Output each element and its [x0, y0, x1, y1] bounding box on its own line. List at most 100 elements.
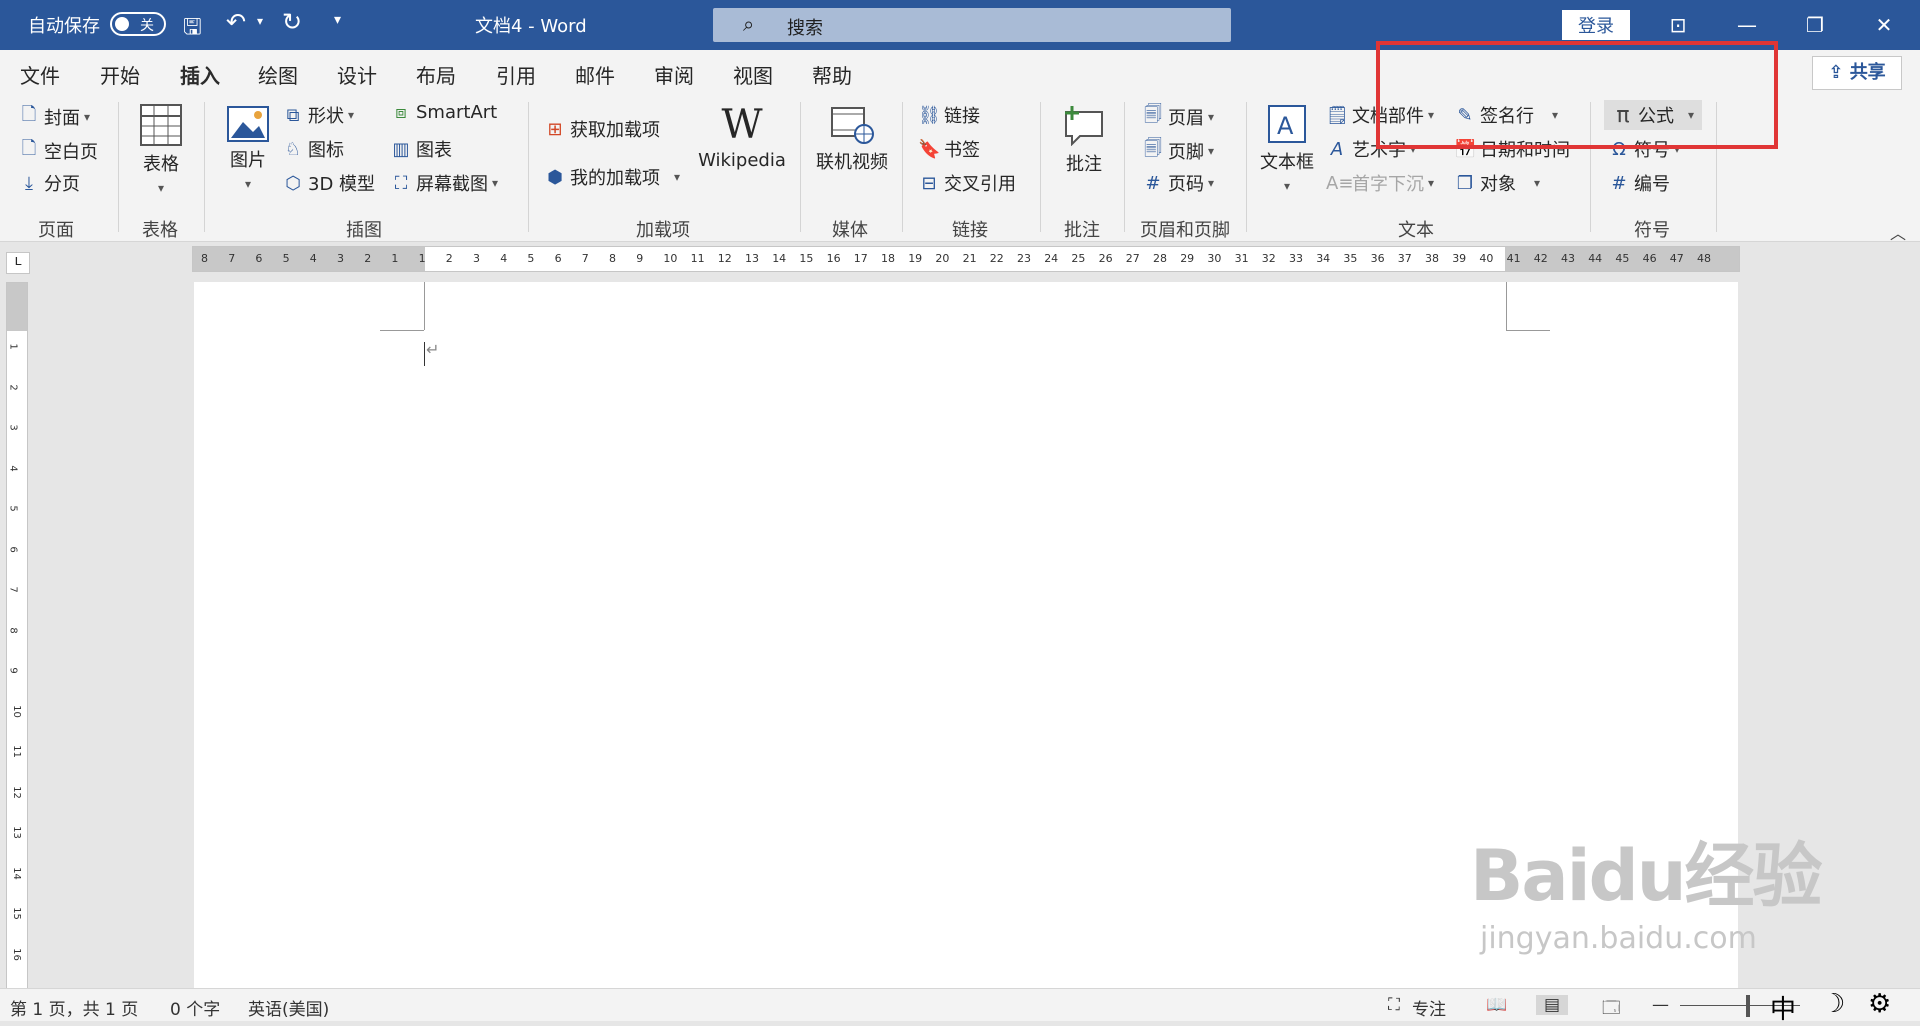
- numbering-button[interactable]: # 编号: [1608, 170, 1670, 196]
- footer-icon: 🗐: [1144, 138, 1162, 159]
- tab-view[interactable]: 视图: [733, 60, 773, 89]
- comment-button[interactable]: 批注: [1056, 104, 1112, 176]
- tab-selector[interactable]: ʟ: [6, 252, 30, 274]
- search-box[interactable]: ⌕ 搜索: [713, 8, 1231, 42]
- ruler-top-margin: [7, 283, 27, 331]
- ruler-number: 26: [1098, 252, 1113, 265]
- tab-draw[interactable]: 绘图: [258, 60, 298, 89]
- undo-icon[interactable]: ↶: [226, 8, 246, 36]
- zoom-out-icon[interactable]: —: [1652, 995, 1669, 1015]
- share-button[interactable]: ⇪ 共享: [1812, 56, 1902, 90]
- chevron-down-icon: ▾: [1208, 110, 1215, 124]
- tab-design[interactable]: 设计: [337, 60, 377, 89]
- ruler-number: 17: [853, 252, 868, 265]
- my-addins-button[interactable]: ⬢ 我的加载项 ▾: [544, 164, 680, 190]
- footer-button[interactable]: 🗐 页脚 ▾: [1142, 136, 1214, 166]
- pictures-button[interactable]: 图片 ▾: [222, 106, 274, 193]
- ruler-number: 15: [799, 252, 814, 265]
- icons-button[interactable]: ♘ 图标: [282, 136, 344, 162]
- ruler-number: 23: [1017, 252, 1031, 265]
- undo-dropdown-icon[interactable]: ▾: [257, 14, 263, 28]
- restore-icon[interactable]: ❐: [1795, 8, 1835, 42]
- page-number-button[interactable]: # 页码 ▾: [1142, 170, 1214, 196]
- tab-help[interactable]: 帮助: [812, 60, 852, 89]
- redo-icon[interactable]: ↻: [282, 8, 302, 36]
- autosave-toggle[interactable]: 关: [110, 12, 166, 36]
- get-addins-button[interactable]: ⊞ 获取加载项: [544, 116, 660, 142]
- tab-file[interactable]: 文件: [20, 60, 60, 89]
- tab-home[interactable]: 开始: [100, 60, 140, 89]
- customize-qat-icon[interactable]: ▾: [334, 12, 341, 28]
- page-count[interactable]: 第 1 页，共 1 页: [10, 995, 138, 1020]
- ruler-number: 6: [554, 252, 562, 265]
- ruler-number: 11: [690, 252, 705, 265]
- tab-insert[interactable]: 插入: [180, 60, 220, 97]
- chart-button[interactable]: ▥ 图表: [390, 136, 452, 162]
- numbering-icon: #: [1611, 172, 1627, 194]
- blank-page-button[interactable]: 🗋 空白页: [18, 136, 98, 166]
- bookmark-icon: 🔖: [918, 138, 941, 160]
- moon-icon[interactable]: ☽: [1822, 989, 1845, 1019]
- smartart-button[interactable]: ⧈ SmartArt: [390, 102, 497, 123]
- text-box-label: 文本框: [1260, 152, 1314, 173]
- chevron-down-icon: ▾: [1283, 179, 1291, 193]
- save-icon[interactable]: 🖫: [183, 10, 202, 48]
- zoom-slider-thumb[interactable]: [1746, 995, 1750, 1017]
- tab-references[interactable]: 引用: [496, 60, 536, 89]
- ruler-number: 4: [7, 464, 19, 472]
- group-divider: [1124, 102, 1125, 232]
- horizontal-ruler[interactable]: 8 7 6 5 4 3 2 1 1 2 3 4 5 6 7 8 9 10 11 12 13 14 15 16 17 18 19 20 2…: [192, 246, 1740, 272]
- ruler-number: 32: [1261, 252, 1276, 265]
- language[interactable]: 英语(美国): [248, 995, 329, 1020]
- tab-mailings[interactable]: 邮件: [575, 60, 615, 89]
- ruler-number: 2: [7, 383, 19, 391]
- object-button[interactable]: ❐ 对象 ▾: [1454, 170, 1540, 196]
- group-label-table: 表格: [142, 220, 178, 241]
- wikipedia-button[interactable]: W Wikipedia: [694, 104, 790, 171]
- online-video-button[interactable]: 联机视频: [812, 106, 892, 174]
- bookmark-button[interactable]: 🔖 书签: [918, 136, 980, 162]
- close-icon[interactable]: ✕: [1864, 8, 1904, 42]
- ruler-number: 46: [1642, 252, 1657, 265]
- table-button[interactable]: 表格 ▾: [136, 104, 186, 197]
- vertical-ruler[interactable]: 1 2 3 4 5 6 7 8 9 10 11 12 13 14 15 16: [6, 282, 28, 990]
- tab-layout[interactable]: 布局: [416, 60, 456, 89]
- search-placeholder: 搜索: [787, 18, 823, 39]
- word-count[interactable]: 0 个字: [170, 995, 220, 1020]
- online-video-icon: [831, 107, 874, 144]
- web-layout-icon[interactable]: 🗔: [1602, 995, 1620, 1024]
- ribbon-display-icon[interactable]: ⊡: [1658, 8, 1698, 42]
- cover-page-button[interactable]: 🗋 封面 ▾: [18, 102, 90, 132]
- text-box-button[interactable]: A 文本框 ▾: [1258, 104, 1316, 195]
- link-button[interactable]: ⛓ 链接: [918, 102, 980, 128]
- login-button[interactable]: 登录: [1562, 10, 1630, 40]
- ruler-number: 34: [1316, 252, 1331, 265]
- minimize-icon[interactable]: —: [1727, 8, 1767, 42]
- read-mode-icon[interactable]: 📖: [1486, 995, 1507, 1015]
- ruler-number: 28: [1153, 252, 1167, 265]
- focus-label[interactable]: 专注: [1412, 995, 1446, 1020]
- page-break-button[interactable]: ⤓ 分页: [18, 170, 80, 196]
- drop-cap-button[interactable]: A≡ 首字下沉 ▾: [1326, 170, 1434, 196]
- ime-indicator[interactable]: 中: [1770, 989, 1796, 1026]
- header-button[interactable]: 🗐 页眉 ▾: [1142, 102, 1214, 132]
- document-title: 文档4 - Word: [475, 16, 587, 37]
- 3d-models-button[interactable]: ⬡ 3D 模型: [282, 170, 375, 196]
- focus-icon[interactable]: ⛶: [1388, 995, 1400, 1015]
- collapse-ribbon-icon[interactable]: ︿: [1890, 220, 1906, 244]
- tab-review[interactable]: 审阅: [654, 60, 694, 89]
- ruler-number: 7: [228, 252, 236, 265]
- shapes-button[interactable]: ⧉ 形状 ▾: [282, 102, 354, 128]
- cross-reference-button[interactable]: ⊟ 交叉引用: [918, 170, 1016, 196]
- ruler-number: 9: [7, 667, 19, 674]
- chevron-down-icon: ▾: [1208, 144, 1215, 158]
- numbering-label: 编号: [1634, 174, 1670, 195]
- gear-icon[interactable]: ⚙: [1868, 989, 1891, 1019]
- watermark-url: jingyan.baidu.com: [1480, 921, 1757, 956]
- chevron-down-icon: ▾: [84, 110, 91, 124]
- cover-page-icon: 🗋: [21, 104, 37, 125]
- page-break-label: 分页: [44, 174, 80, 195]
- print-layout-icon[interactable]: ▤: [1536, 995, 1569, 1015]
- share-label: 共享: [1849, 62, 1886, 83]
- screenshot-button[interactable]: ⛶ 屏幕截图 ▾: [390, 170, 498, 196]
